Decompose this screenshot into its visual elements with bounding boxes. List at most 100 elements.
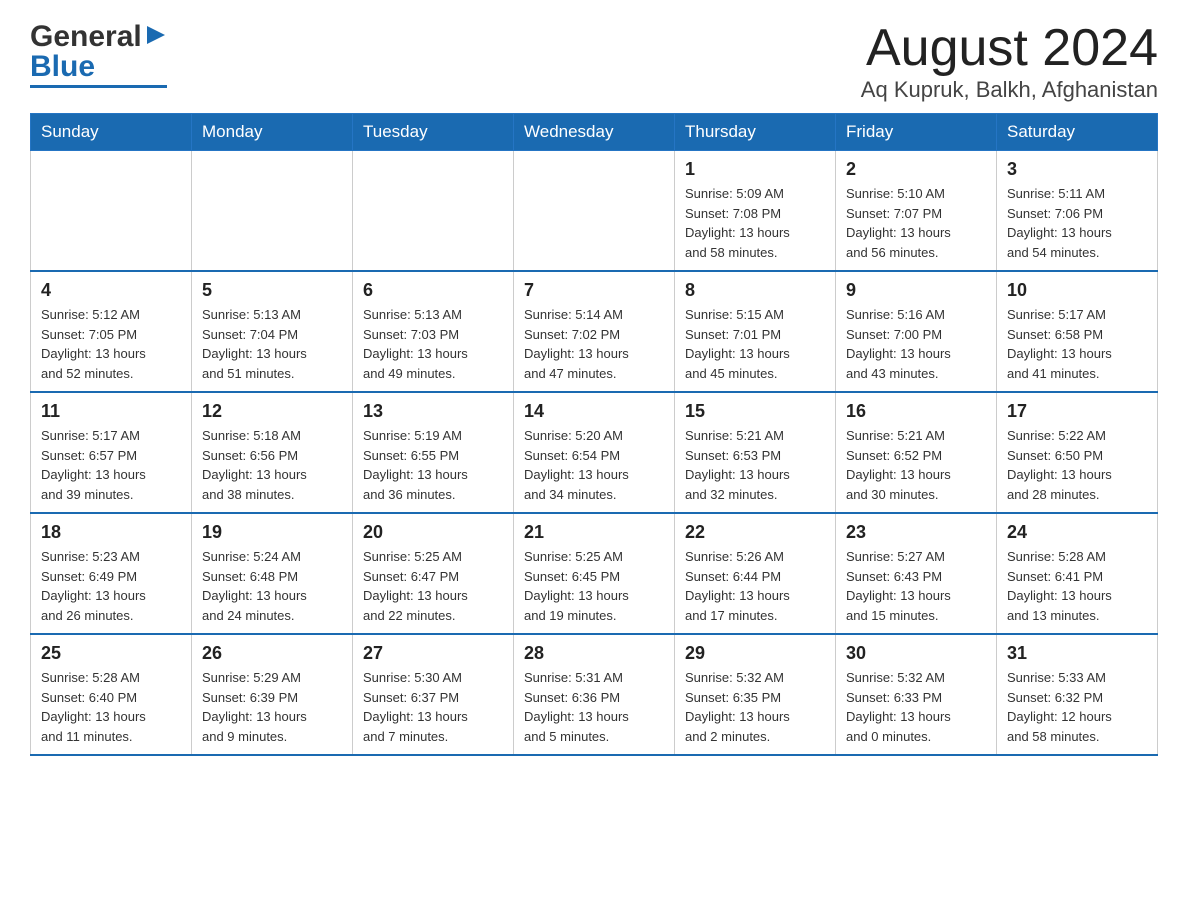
day-number: 2 (846, 159, 986, 180)
day-number: 10 (1007, 280, 1147, 301)
day-info: Sunrise: 5:31 AM Sunset: 6:36 PM Dayligh… (524, 668, 664, 746)
calendar-table: SundayMondayTuesdayWednesdayThursdayFrid… (30, 113, 1158, 756)
calendar-cell: 25 Sunrise: 5:28 AM Sunset: 6:40 PM Dayli… (31, 634, 192, 755)
calendar-cell: 15Sunrise: 5:21 AM Sunset: 6:53 PM Dayli… (675, 392, 836, 513)
day-info: Sunrise: 5:18 AM Sunset: 6:56 PM Dayligh… (202, 426, 342, 504)
day-header-monday: Monday (192, 114, 353, 151)
calendar-cell (31, 151, 192, 272)
calendar-cell: 28 Sunrise: 5:31 AM Sunset: 6:36 PM Dayli… (514, 634, 675, 755)
day-number: 20 (363, 522, 503, 543)
calendar-cell: 5 Sunrise: 5:13 AM Sunset: 7:04 PM Daylig… (192, 271, 353, 392)
day-header-wednesday: Wednesday (514, 114, 675, 151)
calendar-cell: 24 Sunrise: 5:28 AM Sunset: 6:41 PM Dayli… (997, 513, 1158, 634)
day-header-friday: Friday (836, 114, 997, 151)
calendar-cell: 12 Sunrise: 5:18 AM Sunset: 6:56 PM Dayli… (192, 392, 353, 513)
day-number: 13 (363, 401, 503, 422)
calendar-cell: 8Sunrise: 5:15 AM Sunset: 7:01 PM Daylig… (675, 271, 836, 392)
day-header-sunday: Sunday (31, 114, 192, 151)
calendar-week-4: 18 Sunrise: 5:23 AM Sunset: 6:49 PM Dayli… (31, 513, 1158, 634)
day-info: Sunrise: 5:28 AM Sunset: 6:40 PM Dayligh… (41, 668, 181, 746)
day-number: 30 (846, 643, 986, 664)
day-info: Sunrise: 5:19 AM Sunset: 6:55 PM Dayligh… (363, 426, 503, 504)
logo-underline (30, 85, 167, 88)
calendar-cell: 3 Sunrise: 5:11 AM Sunset: 7:06 PM Daylig… (997, 151, 1158, 272)
calendar-cell: 31 Sunrise: 5:33 AM Sunset: 6:32 PM Dayli… (997, 634, 1158, 755)
day-number: 26 (202, 643, 342, 664)
calendar-cell: 7Sunrise: 5:14 AM Sunset: 7:02 PM Daylig… (514, 271, 675, 392)
title-area: August 2024 Aq Kupruk, Balkh, Afghanista… (861, 20, 1158, 103)
calendar-cell: 9 Sunrise: 5:16 AM Sunset: 7:00 PM Daylig… (836, 271, 997, 392)
day-info: Sunrise: 5:32 AM Sunset: 6:33 PM Dayligh… (846, 668, 986, 746)
day-number: 12 (202, 401, 342, 422)
calendar-cell: 6 Sunrise: 5:13 AM Sunset: 7:03 PM Daylig… (353, 271, 514, 392)
calendar-cell: 13 Sunrise: 5:19 AM Sunset: 6:55 PM Dayli… (353, 392, 514, 513)
day-info: Sunrise: 5:22 AM Sunset: 6:50 PM Dayligh… (1007, 426, 1147, 504)
day-info: Sunrise: 5:33 AM Sunset: 6:32 PM Dayligh… (1007, 668, 1147, 746)
day-info: Sunrise: 5:21 AM Sunset: 6:52 PM Dayligh… (846, 426, 986, 504)
day-number: 18 (41, 522, 181, 543)
day-number: 31 (1007, 643, 1147, 664)
day-info: Sunrise: 5:25 AM Sunset: 6:45 PM Dayligh… (524, 547, 664, 625)
calendar-week-1: 1 Sunrise: 5:09 AM Sunset: 7:08 PM Daylig… (31, 151, 1158, 272)
day-header-saturday: Saturday (997, 114, 1158, 151)
day-number: 4 (41, 280, 181, 301)
day-info: Sunrise: 5:29 AM Sunset: 6:39 PM Dayligh… (202, 668, 342, 746)
calendar-cell: 26 Sunrise: 5:29 AM Sunset: 6:39 PM Dayli… (192, 634, 353, 755)
calendar-cell: 11 Sunrise: 5:17 AM Sunset: 6:57 PM Dayli… (31, 392, 192, 513)
calendar-cell (514, 151, 675, 272)
calendar-cell: 27Sunrise: 5:30 AM Sunset: 6:37 PM Dayli… (353, 634, 514, 755)
calendar-cell: 29Sunrise: 5:32 AM Sunset: 6:35 PM Dayli… (675, 634, 836, 755)
day-info: Sunrise: 5:13 AM Sunset: 7:03 PM Dayligh… (363, 305, 503, 383)
day-number: 6 (363, 280, 503, 301)
day-info: Sunrise: 5:13 AM Sunset: 7:04 PM Dayligh… (202, 305, 342, 383)
day-number: 25 (41, 643, 181, 664)
calendar-cell: 18 Sunrise: 5:23 AM Sunset: 6:49 PM Dayli… (31, 513, 192, 634)
calendar-cell (353, 151, 514, 272)
day-number: 28 (524, 643, 664, 664)
calendar-cell: 2 Sunrise: 5:10 AM Sunset: 7:07 PM Daylig… (836, 151, 997, 272)
calendar-cell (192, 151, 353, 272)
day-info: Sunrise: 5:17 AM Sunset: 6:57 PM Dayligh… (41, 426, 181, 504)
day-number: 5 (202, 280, 342, 301)
day-info: Sunrise: 5:11 AM Sunset: 7:06 PM Dayligh… (1007, 184, 1147, 262)
day-info: Sunrise: 5:09 AM Sunset: 7:08 PM Dayligh… (685, 184, 825, 262)
logo-blue-text: Blue (30, 50, 95, 83)
day-number: 3 (1007, 159, 1147, 180)
calendar-body: 1 Sunrise: 5:09 AM Sunset: 7:08 PM Daylig… (31, 151, 1158, 756)
page-header: General Blue August 2024 Aq Kupruk, Balk… (30, 20, 1158, 103)
calendar-header: SundayMondayTuesdayWednesdayThursdayFrid… (31, 114, 1158, 151)
calendar-cell: 20 Sunrise: 5:25 AM Sunset: 6:47 PM Dayli… (353, 513, 514, 634)
calendar-cell: 10Sunrise: 5:17 AM Sunset: 6:58 PM Dayli… (997, 271, 1158, 392)
day-info: Sunrise: 5:28 AM Sunset: 6:41 PM Dayligh… (1007, 547, 1147, 625)
calendar-cell: 30 Sunrise: 5:32 AM Sunset: 6:33 PM Dayli… (836, 634, 997, 755)
day-info: Sunrise: 5:23 AM Sunset: 6:49 PM Dayligh… (41, 547, 181, 625)
day-info: Sunrise: 5:25 AM Sunset: 6:47 PM Dayligh… (363, 547, 503, 625)
day-info: Sunrise: 5:10 AM Sunset: 7:07 PM Dayligh… (846, 184, 986, 262)
calendar-week-5: 25 Sunrise: 5:28 AM Sunset: 6:40 PM Dayli… (31, 634, 1158, 755)
calendar-week-3: 11 Sunrise: 5:17 AM Sunset: 6:57 PM Dayli… (31, 392, 1158, 513)
day-number: 11 (41, 401, 181, 422)
day-info: Sunrise: 5:16 AM Sunset: 7:00 PM Dayligh… (846, 305, 986, 383)
day-header-row: SundayMondayTuesdayWednesdayThursdayFrid… (31, 114, 1158, 151)
day-header-thursday: Thursday (675, 114, 836, 151)
calendar-cell: 22 Sunrise: 5:26 AM Sunset: 6:44 PM Dayli… (675, 513, 836, 634)
day-number: 1 (685, 159, 825, 180)
logo: General Blue (30, 20, 167, 88)
day-info: Sunrise: 5:15 AM Sunset: 7:01 PM Dayligh… (685, 305, 825, 383)
day-number: 19 (202, 522, 342, 543)
location-title: Aq Kupruk, Balkh, Afghanistan (861, 77, 1158, 103)
day-number: 21 (524, 522, 664, 543)
day-info: Sunrise: 5:26 AM Sunset: 6:44 PM Dayligh… (685, 547, 825, 625)
logo-arrow-icon (145, 24, 167, 46)
day-number: 22 (685, 522, 825, 543)
calendar-cell: 4Sunrise: 5:12 AM Sunset: 7:05 PM Daylig… (31, 271, 192, 392)
day-number: 15 (685, 401, 825, 422)
calendar-cell: 16Sunrise: 5:21 AM Sunset: 6:52 PM Dayli… (836, 392, 997, 513)
calendar-cell: 17Sunrise: 5:22 AM Sunset: 6:50 PM Dayli… (997, 392, 1158, 513)
day-info: Sunrise: 5:32 AM Sunset: 6:35 PM Dayligh… (685, 668, 825, 746)
day-number: 24 (1007, 522, 1147, 543)
calendar-cell: 21 Sunrise: 5:25 AM Sunset: 6:45 PM Dayli… (514, 513, 675, 634)
calendar-week-2: 4Sunrise: 5:12 AM Sunset: 7:05 PM Daylig… (31, 271, 1158, 392)
day-number: 9 (846, 280, 986, 301)
day-number: 23 (846, 522, 986, 543)
